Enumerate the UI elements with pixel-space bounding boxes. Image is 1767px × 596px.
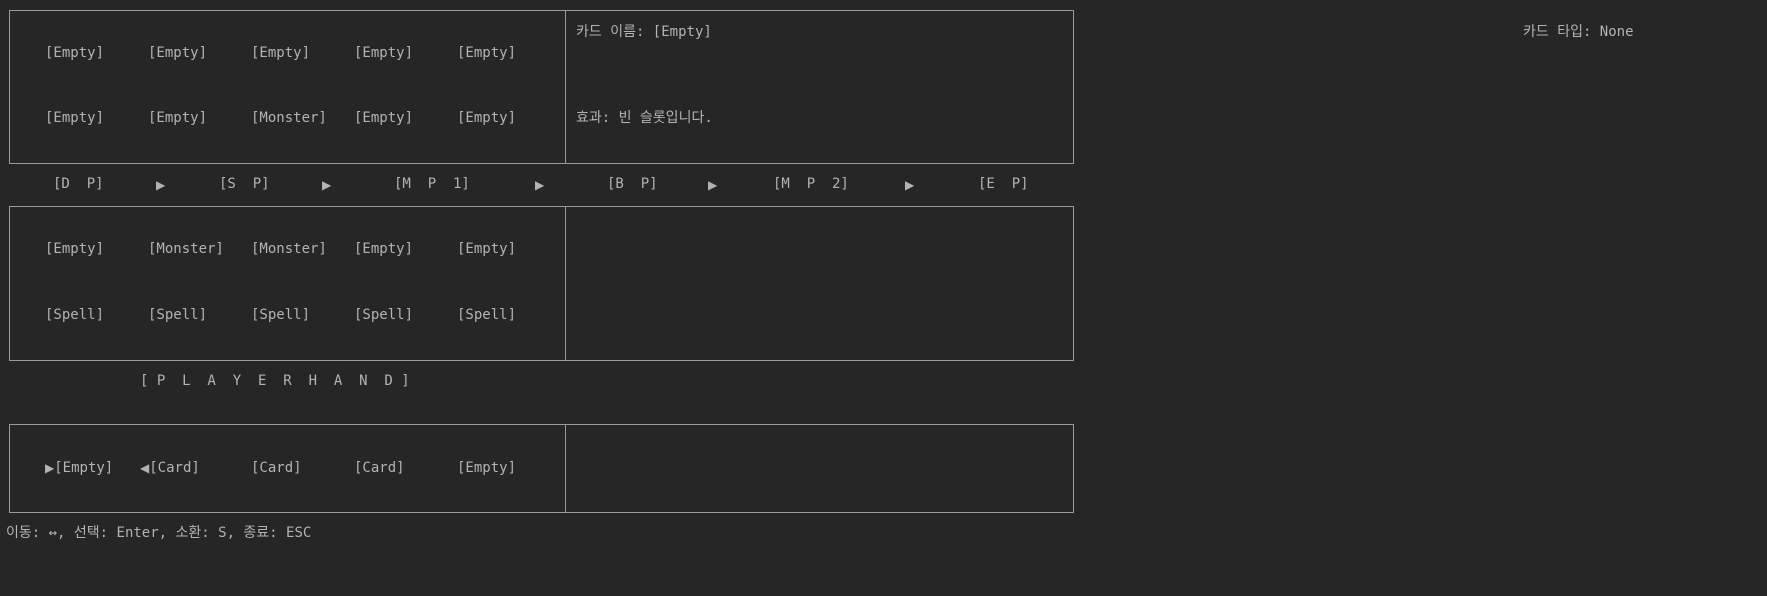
- player-slot-r1-1[interactable]: [Empty]: [45, 241, 104, 257]
- phase-arrow-icon: ▶: [535, 178, 545, 192]
- opponent-slot-r1-3[interactable]: [Empty]: [251, 45, 310, 61]
- controls-help-text: 이동: ↔, 선택: Enter, 소환: S, 종료: ESC: [6, 525, 312, 541]
- card-type-label: 카드 타입: None: [1523, 24, 1634, 40]
- card-effect-label: 효과: 빈 슬롯입니다.: [576, 110, 713, 126]
- phase-main1[interactable]: [M P 1]: [394, 176, 470, 192]
- player-slot-r2-3[interactable]: [Spell]: [251, 307, 310, 323]
- phase-standby[interactable]: [S P]: [219, 176, 270, 192]
- player-hand-title: [ P L A Y E R H A N D ]: [140, 373, 410, 389]
- opponent-field-divider: [565, 10, 566, 164]
- player-slot-r2-1[interactable]: [Spell]: [45, 307, 104, 323]
- hand-slot-4[interactable]: [Card]: [354, 460, 405, 476]
- player-slot-r1-4[interactable]: [Empty]: [354, 241, 413, 257]
- phase-arrow-icon: ▶: [322, 178, 332, 192]
- opponent-slot-r1-1[interactable]: [Empty]: [45, 45, 104, 61]
- player-slot-r2-2[interactable]: [Spell]: [148, 307, 207, 323]
- player-field-panel: [9, 206, 1074, 361]
- cursor-left-arrow-icon: ◀: [140, 461, 150, 475]
- opponent-slot-r2-4[interactable]: [Empty]: [354, 110, 413, 126]
- player-slot-r1-5[interactable]: [Empty]: [457, 241, 516, 257]
- hand-slot-5[interactable]: [Empty]: [457, 460, 516, 476]
- phase-battle[interactable]: [B P]: [607, 176, 658, 192]
- phase-arrow-icon: ▶: [708, 178, 718, 192]
- opponent-slot-r1-2[interactable]: [Empty]: [148, 45, 207, 61]
- player-hand-divider: [565, 424, 566, 513]
- opponent-slot-r2-2[interactable]: [Empty]: [148, 110, 207, 126]
- opponent-field-panel: [9, 10, 1074, 164]
- hand-slot-3[interactable]: [Card]: [251, 460, 302, 476]
- player-slot-r2-5[interactable]: [Spell]: [457, 307, 516, 323]
- phase-main2[interactable]: [M P 2]: [773, 176, 849, 192]
- hand-slot-2-label: [Card]: [149, 460, 200, 476]
- phase-arrow-icon: ▶: [905, 178, 915, 192]
- player-slot-r1-3[interactable]: [Monster]: [251, 241, 327, 257]
- cursor-right-arrow-icon: ▶: [45, 461, 55, 475]
- card-name-label: 카드 이름: [Empty]: [576, 24, 712, 40]
- phase-end[interactable]: [E P]: [978, 176, 1029, 192]
- hand-slot-2[interactable]: ◀[Card]: [140, 460, 200, 476]
- opponent-slot-r1-5[interactable]: [Empty]: [457, 45, 516, 61]
- hand-slot-1[interactable]: ▶[Empty]: [45, 460, 113, 476]
- phase-arrow-icon: ▶: [156, 178, 166, 192]
- opponent-slot-r2-5[interactable]: [Empty]: [457, 110, 516, 126]
- player-slot-r2-4[interactable]: [Spell]: [354, 307, 413, 323]
- player-slot-r1-2[interactable]: [Monster]: [148, 241, 224, 257]
- player-field-divider: [565, 206, 566, 361]
- opponent-slot-r1-4[interactable]: [Empty]: [354, 45, 413, 61]
- opponent-slot-r2-3[interactable]: [Monster]: [251, 110, 327, 126]
- hand-slot-1-label: [Empty]: [54, 460, 114, 476]
- opponent-slot-r2-1[interactable]: [Empty]: [45, 110, 104, 126]
- phase-draw[interactable]: [D P]: [53, 176, 104, 192]
